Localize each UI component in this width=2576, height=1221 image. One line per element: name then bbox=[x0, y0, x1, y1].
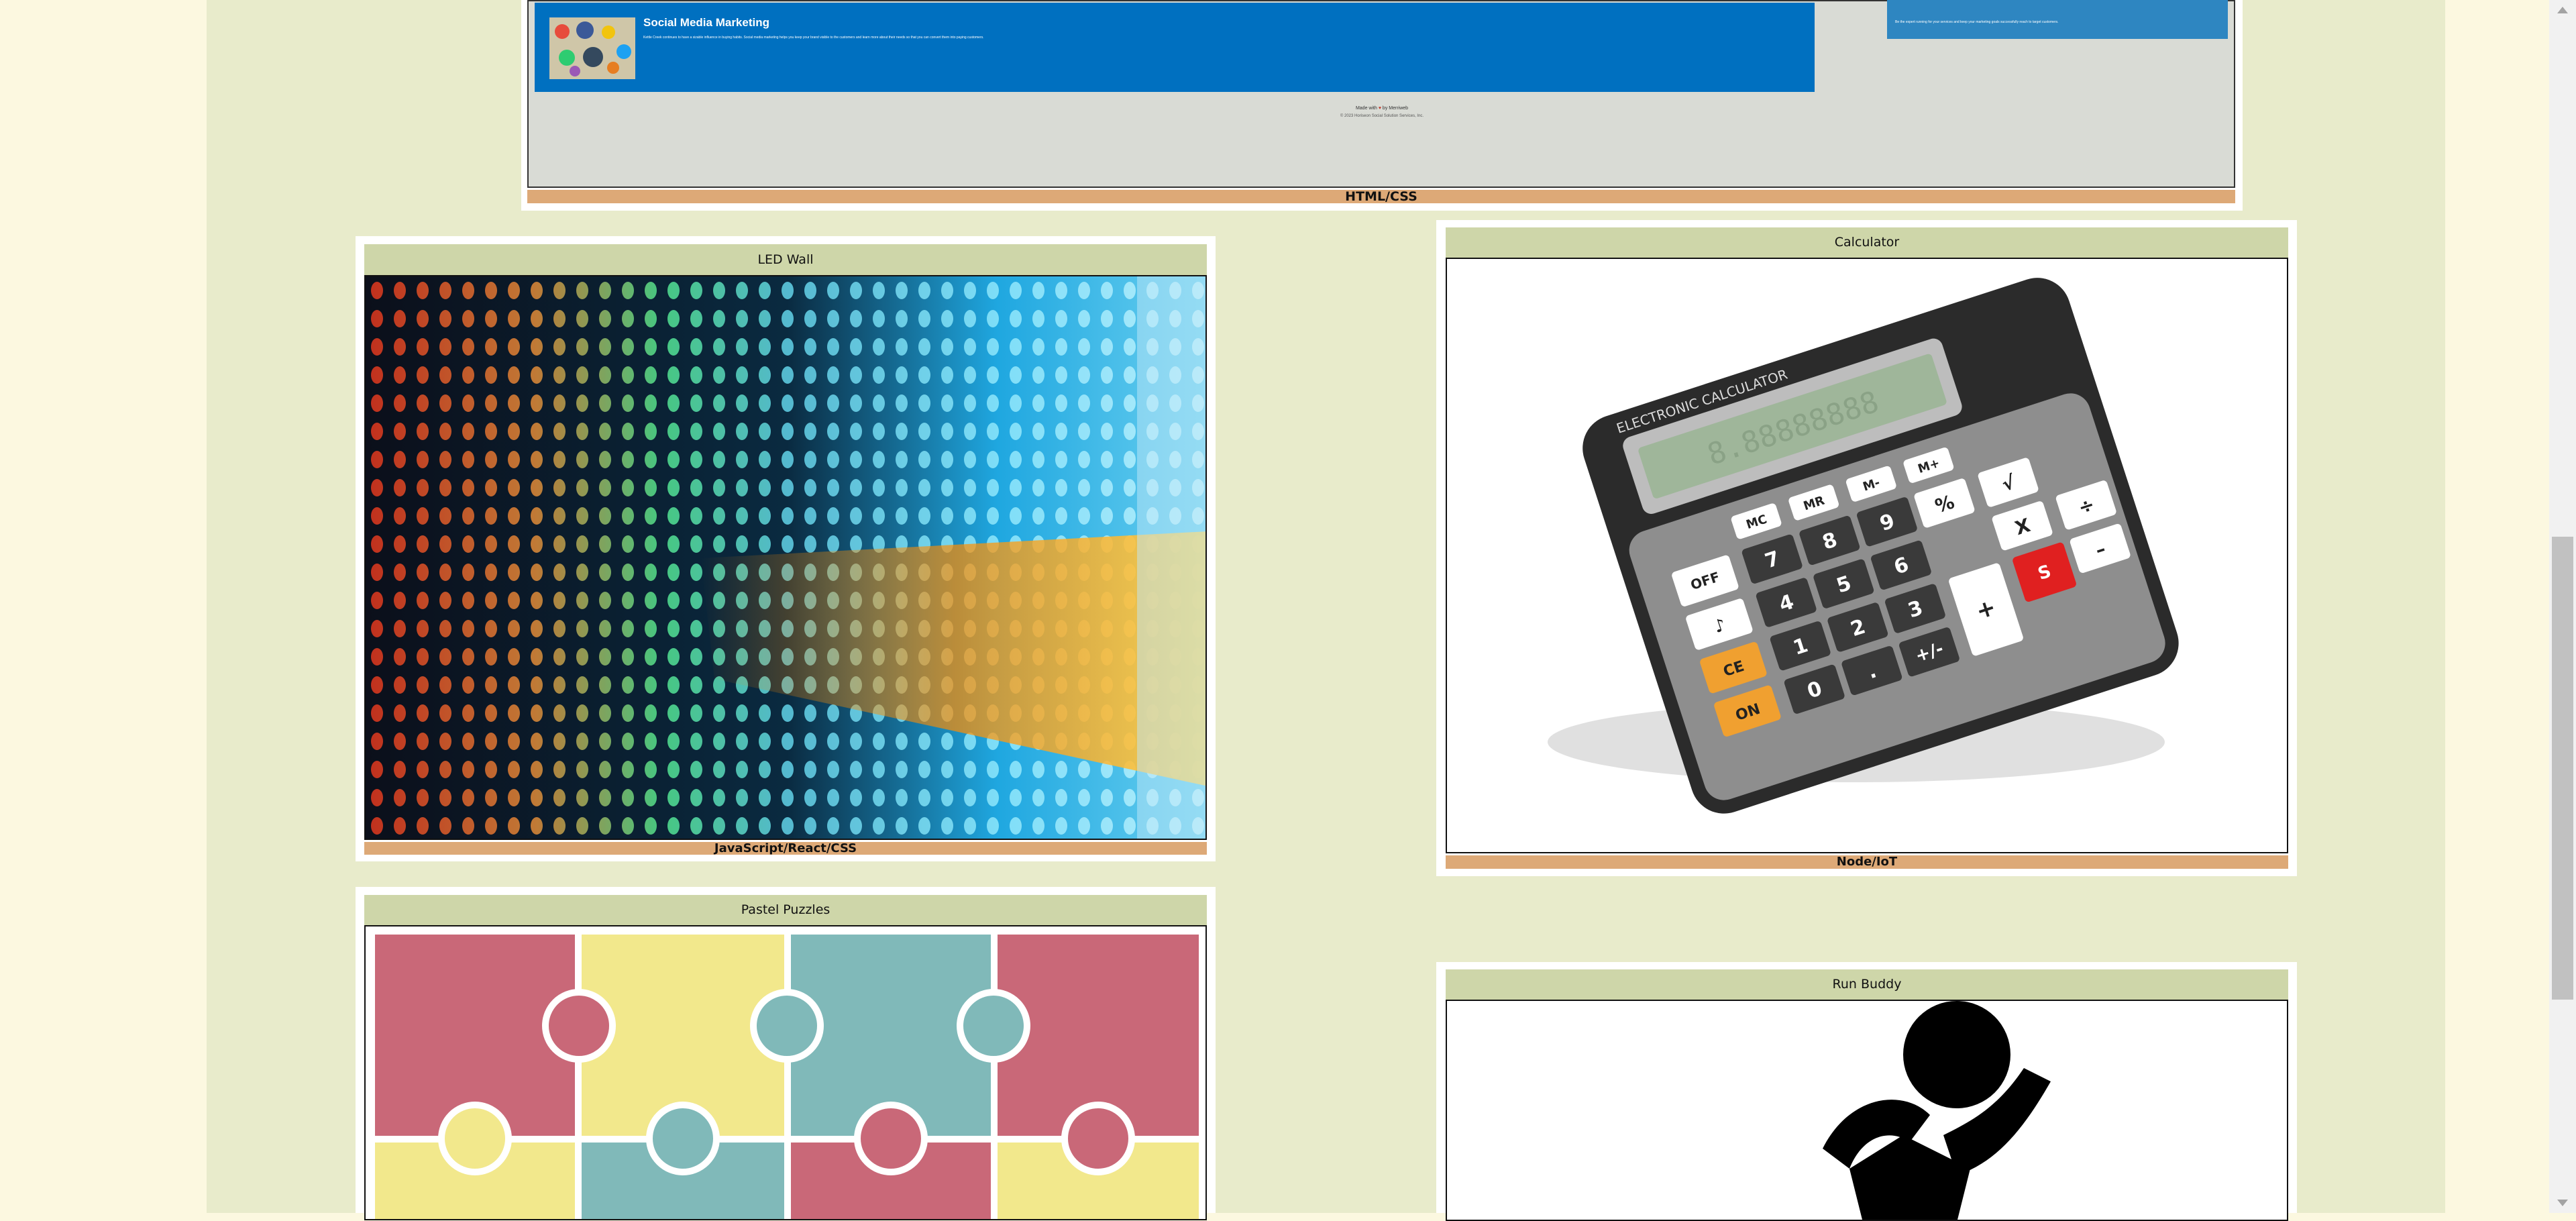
project-footer-html-css: HTML/CSS bbox=[527, 190, 2235, 203]
smm-title: Social Media Marketing bbox=[643, 16, 769, 29]
card-title: LED Wall bbox=[364, 244, 1207, 275]
card-footer: JavaScript/React/CSS bbox=[364, 842, 1207, 855]
side-info-text: Be the expert running for your services … bbox=[1895, 20, 2059, 24]
project-card-pastel-puzzles[interactable]: Pastel Puzzles bbox=[356, 887, 1216, 1220]
made-with-text: Made with ♥ by Merriweb bbox=[1355, 106, 1409, 111]
scroll-up-icon[interactable] bbox=[2557, 7, 2568, 13]
project-card-calculator[interactable]: Calculator 8.88888888 ELECTRONIC CALCULA… bbox=[1436, 220, 2297, 876]
social-media-marketing-section: Social Media Marketing Kettle Creek cont… bbox=[535, 3, 1815, 92]
led-wall-image[interactable] bbox=[364, 275, 1207, 840]
scrollbar-thumb[interactable] bbox=[2552, 537, 2573, 1000]
smm-description: Kettle Creek continues to have a sizable… bbox=[643, 36, 984, 40]
project-card-run-buddy[interactable]: Run Buddy bbox=[1436, 962, 2297, 1221]
card-title: Pastel Puzzles bbox=[364, 895, 1207, 925]
social-media-thumbnail bbox=[549, 17, 635, 79]
heart-icon: ♥ bbox=[1378, 106, 1381, 111]
project-card-led-wall[interactable]: LED Wall JavaScript/React/CSS bbox=[356, 236, 1216, 861]
pastel-puzzles-image[interactable] bbox=[364, 925, 1207, 1220]
card-title: Calculator bbox=[1446, 227, 2288, 258]
run-buddy-image[interactable] bbox=[1446, 1000, 2288, 1221]
side-info-box: Be the expert running for your services … bbox=[1887, 0, 2228, 39]
copyright-text: © 2023 Horiseon Social Solution Services… bbox=[1340, 114, 1424, 118]
card-footer: Node/IoT bbox=[1446, 855, 2288, 869]
scroll-down-icon[interactable] bbox=[2557, 1200, 2568, 1206]
card-title: Run Buddy bbox=[1446, 969, 2288, 1000]
calculator-image[interactable]: 8.88888888 ELECTRONIC CALCULATOR MC MR M… bbox=[1446, 258, 2288, 853]
